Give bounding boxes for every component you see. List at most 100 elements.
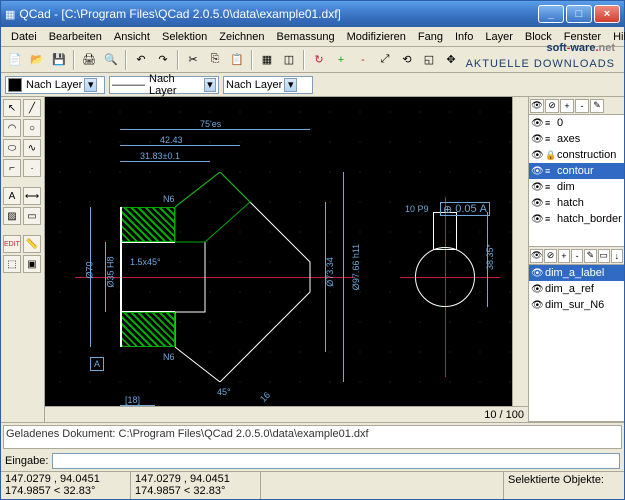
lock-icon: ≡ — [545, 118, 555, 128]
print-preview-icon[interactable]: 🔍 — [101, 50, 121, 70]
command-log: Geladenes Dokument: C:\Program Files\QCa… — [3, 425, 622, 449]
dim-line — [120, 161, 210, 162]
menubar: Datei Bearbeiten Ansicht Selektion Zeich… — [1, 27, 624, 47]
command-input[interactable] — [52, 453, 620, 469]
add-layer-icon[interactable]: + — [560, 99, 574, 113]
circle-tool[interactable]: ○ — [23, 119, 41, 137]
add-block-icon[interactable]: + — [558, 249, 570, 263]
zoom-pan-icon[interactable]: ✥ — [441, 50, 461, 70]
app-icon: ▦ — [5, 8, 15, 21]
hide-all-icon[interactable]: ⊘ — [545, 99, 559, 113]
eye-icon: 👁 — [531, 134, 543, 145]
color-combo[interactable]: Nach Layer ▾ — [5, 76, 105, 94]
remove-block-icon[interactable]: - — [571, 249, 583, 263]
zoom-window-icon[interactable]: ◱ — [419, 50, 439, 70]
statusbar: 147.0279 , 94.0451 174.9857 < 32.83° 147… — [1, 471, 624, 499]
paste-icon[interactable]: 📋 — [227, 50, 247, 70]
cut-icon[interactable]: ✂ — [183, 50, 203, 70]
layer-row[interactable]: 👁≡axes — [529, 131, 624, 147]
layer-row[interactable]: 👁≡contour — [529, 163, 624, 179]
edit-block-icon[interactable]: ▭ — [598, 249, 610, 263]
spline-tool[interactable]: ∿ — [23, 139, 41, 157]
menu-bemassung[interactable]: Bemassung — [271, 29, 341, 45]
insert-block-icon[interactable]: ↓ — [611, 249, 623, 263]
chevron-down-icon: ▾ — [204, 78, 216, 92]
menu-info[interactable]: Info — [449, 29, 479, 45]
edit-layer-icon[interactable]: ✎ — [590, 99, 604, 113]
show-all-icon[interactable]: 👁 — [530, 99, 544, 113]
minimize-button[interactable]: _ — [538, 5, 564, 23]
block-tool[interactable]: ▣ — [23, 255, 41, 273]
open-icon[interactable]: 📂 — [27, 50, 47, 70]
edit-tool[interactable]: EDIT — [3, 235, 21, 253]
key-contour — [433, 212, 457, 250]
rename-block-icon[interactable]: ✎ — [584, 249, 596, 263]
menu-datei[interactable]: Datei — [5, 29, 43, 45]
block-row[interactable]: 👁dim_a_label — [529, 265, 624, 281]
hatch-tool[interactable]: ▨ — [3, 207, 21, 225]
menu-hilfe[interactable]: Hilfe — [607, 29, 625, 45]
undo-icon[interactable]: ↶ — [131, 50, 151, 70]
print-icon[interactable]: 🖨 — [79, 50, 99, 70]
maximize-button[interactable]: □ — [566, 5, 592, 23]
layer-row[interactable]: 👁🔒construction — [529, 147, 624, 163]
zoom-in-icon[interactable]: + — [331, 50, 351, 70]
layer-name: axes — [557, 133, 580, 145]
layer-toolbar: Nach Layer ▾ ——— Nach Layer ▾ Nach Layer… — [1, 73, 624, 97]
menu-fang[interactable]: Fang — [412, 29, 449, 45]
polyline-tool[interactable]: ⌐ — [3, 159, 21, 177]
layer-row[interactable]: 👁≡hatch_border — [529, 211, 624, 227]
lineweight-combo[interactable]: Nach Layer ▾ — [223, 76, 313, 94]
copy-icon[interactable]: ⎘ — [205, 50, 225, 70]
menu-zeichnen[interactable]: Zeichnen — [213, 29, 270, 45]
menu-modifizieren[interactable]: Modifizieren — [341, 29, 412, 45]
hide-all-blocks-icon[interactable]: ⊘ — [544, 249, 556, 263]
lock-icon: ≡ — [545, 214, 555, 224]
block-list: 👁dim_a_label👁dim_a_ref👁dim_sur_N6 — [529, 265, 624, 421]
menu-fenster[interactable]: Fenster — [558, 29, 607, 45]
block-row[interactable]: 👁dim_a_ref — [529, 281, 624, 297]
dim-75: 75'es — [200, 119, 221, 129]
redo-icon[interactable]: ↷ — [153, 50, 173, 70]
linetype-combo[interactable]: ——— Nach Layer ▾ — [109, 76, 219, 94]
zoom-out-icon[interactable]: - — [353, 50, 373, 70]
measure-tool[interactable]: 📏 — [23, 235, 41, 253]
drawing-canvas[interactable]: 75'es 42.43 31.83±0.1 1.5x45° N6 N6 Ø70 … — [45, 97, 512, 406]
menu-layer[interactable]: Layer — [479, 29, 519, 45]
select-tool[interactable]: ⬚ — [3, 255, 21, 273]
remove-layer-icon[interactable]: - — [575, 99, 589, 113]
draft-icon[interactable]: ◫ — [279, 50, 299, 70]
block-row[interactable]: 👁dim_sur_N6 — [529, 297, 624, 313]
pointer-tool[interactable]: ↖ — [3, 99, 21, 117]
line-tool[interactable]: ╱ — [23, 99, 41, 117]
eye-icon: 👁 — [531, 268, 543, 279]
scrollbar-horizontal[interactable]: 10 / 100 — [45, 406, 528, 422]
save-icon[interactable]: 💾 — [49, 50, 69, 70]
zoom-prev-icon[interactable]: ⟲ — [397, 50, 417, 70]
dim-chamfer: 1.5x45° — [130, 257, 161, 267]
menu-block[interactable]: Block — [519, 29, 558, 45]
point-tool[interactable]: · — [23, 159, 41, 177]
window-title: QCad - [C:\Program Files\QCad 2.0.5.0\da… — [15, 7, 536, 21]
menu-selektion[interactable]: Selektion — [156, 29, 213, 45]
close-button[interactable]: × — [594, 5, 620, 23]
text-tool[interactable]: A — [3, 187, 21, 205]
menu-bearbeiten[interactable]: Bearbeiten — [43, 29, 108, 45]
command-label: Eingabe: — [5, 455, 48, 467]
menu-ansicht[interactable]: Ansicht — [108, 29, 156, 45]
dim-tool[interactable]: ⟷ — [23, 187, 41, 205]
layer-row[interactable]: 👁≡0 — [529, 115, 624, 131]
layer-row[interactable]: 👁≡dim — [529, 179, 624, 195]
dim-n6-1: N6 — [163, 194, 175, 204]
image-tool[interactable]: ▭ — [23, 207, 41, 225]
layer-row[interactable]: 👁≡hatch — [529, 195, 624, 211]
dim-31: 31.83±0.1 — [140, 151, 180, 161]
zoom-auto-icon[interactable]: ⤢ — [375, 50, 395, 70]
scrollbar-vertical[interactable] — [512, 97, 528, 406]
grid-icon[interactable]: ▦ — [257, 50, 277, 70]
arc-tool[interactable]: ◠ — [3, 119, 21, 137]
zoom-redraw-icon[interactable]: ↻ — [309, 50, 329, 70]
new-icon[interactable]: 📄 — [5, 50, 25, 70]
ellipse-tool[interactable]: ⬭ — [3, 139, 21, 157]
show-all-blocks-icon[interactable]: 👁 — [530, 249, 543, 263]
